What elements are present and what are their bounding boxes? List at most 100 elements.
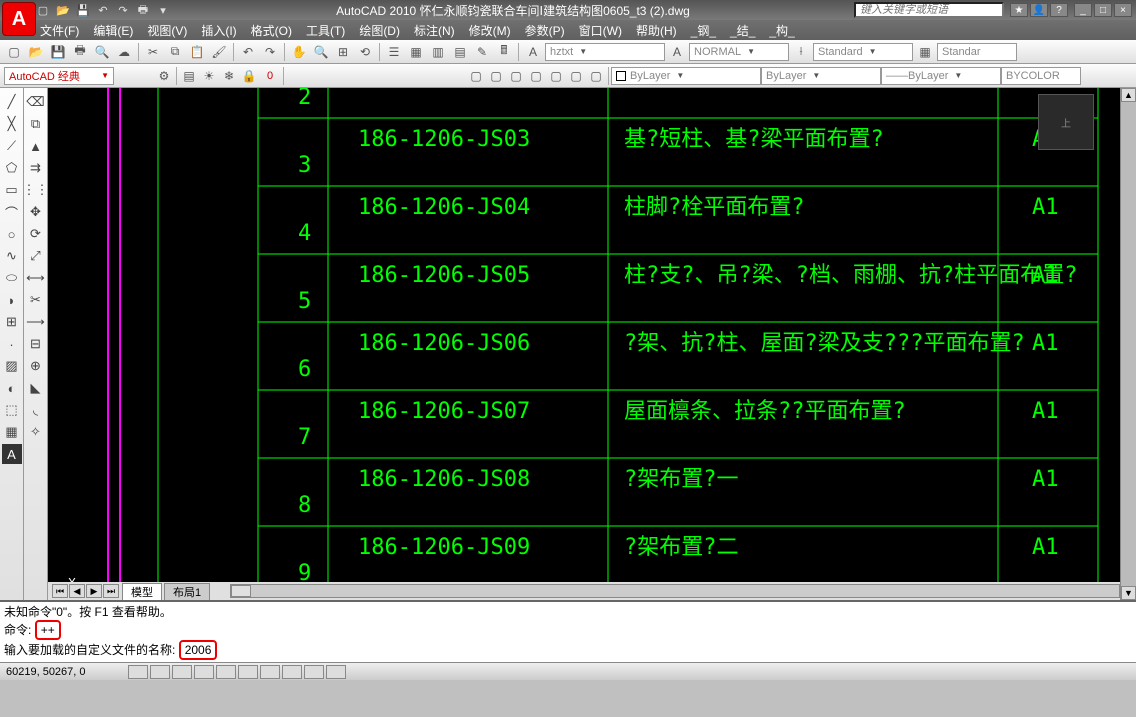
gradient-icon[interactable]: ◐	[2, 378, 22, 398]
ellipse-icon[interactable]: ⬭	[2, 268, 22, 288]
ortho-toggle[interactable]	[172, 665, 192, 679]
layer-mgr-btn[interactable]: ▤	[179, 66, 199, 86]
star-icon[interactable]: ★	[1010, 3, 1028, 17]
color-combo[interactable]: ByLayer▼	[611, 67, 761, 85]
qat-more-icon[interactable]: ▾	[154, 2, 172, 18]
xline-icon[interactable]: ╳	[2, 114, 22, 134]
ducs-toggle[interactable]	[260, 665, 280, 679]
h-scrollbar[interactable]	[230, 584, 1120, 598]
stretch-icon[interactable]: ⟷	[26, 268, 46, 288]
signin-icon[interactable]: 👤	[1030, 3, 1048, 17]
lweight-combo[interactable]: —— ByLayer▼	[881, 67, 1001, 85]
props-btn[interactable]: ☰	[384, 42, 404, 62]
extend-icon[interactable]: ⟶	[26, 312, 46, 332]
tab-first-icon[interactable]: ⏮	[52, 584, 68, 598]
tab-next-icon[interactable]: ▶	[86, 584, 102, 598]
menu-dim[interactable]: 标注(N)	[414, 22, 455, 39]
app-logo[interactable]: A	[2, 2, 36, 36]
move-icon[interactable]: ✥	[26, 202, 46, 222]
scroll-down-icon[interactable]: ▼	[1121, 586, 1136, 600]
layer-iso-btn[interactable]: ☀	[199, 66, 219, 86]
scroll-thumb[interactable]	[231, 585, 251, 597]
osnap-toggle[interactable]	[216, 665, 236, 679]
drawing-canvas[interactable]: 2186-1206-JS02基?布置?A13186-1206-JS03基?短柱、…	[48, 88, 1120, 600]
snap-toggle[interactable]	[128, 665, 148, 679]
dimstyle-btn[interactable]: ⟊	[791, 42, 811, 62]
zoom-win-btn[interactable]: ⊞	[333, 42, 353, 62]
cmd-input-line[interactable]: 输入要加载的自定义文件的名称: 2006	[4, 640, 1132, 660]
layer-btn4[interactable]: ▢	[526, 66, 546, 86]
circle-icon[interactable]: ○	[2, 224, 22, 244]
save-btn[interactable]: 💾	[48, 42, 68, 62]
scroll-up-icon[interactable]: ▲	[1121, 88, 1136, 102]
erase-icon[interactable]: ⌫	[26, 92, 46, 112]
dc-btn[interactable]: ▦	[406, 42, 426, 62]
tab-model[interactable]: 模型	[122, 583, 162, 600]
otrack-toggle[interactable]	[238, 665, 258, 679]
maximize-icon[interactable]: □	[1094, 3, 1112, 17]
match-btn[interactable]: 🖌	[209, 42, 229, 62]
menu-insert[interactable]: 插入(I)	[201, 22, 236, 39]
block-icon[interactable]: ⊞	[2, 312, 22, 332]
rectangle-icon[interactable]: ▭	[2, 180, 22, 200]
point-icon[interactable]: ·	[2, 334, 22, 354]
array-icon[interactable]: ⋮⋮	[26, 180, 46, 200]
view-cube[interactable]: 上	[1038, 94, 1094, 150]
polygon-icon[interactable]: ⬠	[2, 158, 22, 178]
chamfer-icon[interactable]: ◣	[26, 378, 46, 398]
print-icon[interactable]: 🖶	[134, 2, 152, 18]
break-icon[interactable]: ⊟	[26, 334, 46, 354]
copy-obj-icon[interactable]: ⧉	[26, 114, 46, 134]
menu-modify[interactable]: 修改(M)	[469, 22, 511, 39]
menu-draw[interactable]: 绘图(D)	[359, 22, 400, 39]
ws-gear-icon[interactable]: ⚙	[154, 66, 174, 86]
polar-toggle[interactable]	[194, 665, 214, 679]
undo-icon[interactable]: ↶	[94, 2, 112, 18]
copy-btn[interactable]: ⧉	[165, 42, 185, 62]
menu-help[interactable]: 帮助(H)	[636, 22, 677, 39]
zoom-rt-btn[interactable]: 🔍	[311, 42, 331, 62]
tp-btn[interactable]: ▥	[428, 42, 448, 62]
menu-param[interactable]: 参数(P)	[525, 22, 565, 39]
tablestyle-btn[interactable]: ▦	[915, 42, 935, 62]
v-scrollbar[interactable]: ▲ ▼	[1120, 88, 1136, 600]
layer-btn3[interactable]: ▢	[506, 66, 526, 86]
tab-layout1[interactable]: 布局1	[164, 583, 210, 600]
help-icon[interactable]: ?	[1050, 3, 1068, 17]
offset-icon[interactable]: ⇉	[26, 158, 46, 178]
publish-btn[interactable]: ☁	[114, 42, 134, 62]
lwt-toggle[interactable]	[304, 665, 324, 679]
open-icon[interactable]: 📂	[54, 2, 72, 18]
line-icon[interactable]: ╱	[2, 92, 22, 112]
save-icon[interactable]: 💾	[74, 2, 92, 18]
plotstyle-combo[interactable]: hztxt▼	[545, 43, 665, 61]
preview-btn[interactable]: 🔍	[92, 42, 112, 62]
spline-icon[interactable]: ∿	[2, 246, 22, 266]
hatch-icon[interactable]: ▨	[2, 356, 22, 376]
menu-tools[interactable]: 工具(T)	[306, 22, 345, 39]
redo-btn[interactable]: ↷	[260, 42, 280, 62]
ellipsearc-icon[interactable]: ◗	[2, 290, 22, 310]
cut-btn[interactable]: ✂	[143, 42, 163, 62]
markup-btn[interactable]: ✎	[472, 42, 492, 62]
qp-toggle[interactable]	[326, 665, 346, 679]
layer-lock-btn[interactable]: 🔒	[239, 66, 259, 86]
rotate-icon[interactable]: ⟳	[26, 224, 46, 244]
ltype-combo[interactable]: ByLayer▼	[761, 67, 881, 85]
tablestyle-combo[interactable]: Standar	[937, 43, 1017, 61]
menu-window[interactable]: 窗口(W)	[579, 22, 622, 39]
menu-file[interactable]: 文件(F)	[40, 22, 79, 39]
open-btn[interactable]: 📂	[26, 42, 46, 62]
pline-icon[interactable]: ⟋	[2, 136, 22, 156]
search-input[interactable]	[854, 2, 1004, 18]
ssm-btn[interactable]: ▤	[450, 42, 470, 62]
fillet-icon[interactable]: ◟	[26, 400, 46, 420]
zoom-prev-btn[interactable]: ⟲	[355, 42, 375, 62]
menu-edit[interactable]: 编辑(E)	[93, 22, 133, 39]
grid-toggle[interactable]	[150, 665, 170, 679]
text-style-btn[interactable]: A	[523, 42, 543, 62]
menu-constr[interactable]: _构_	[769, 22, 794, 39]
tab-prev-icon[interactable]: ◀	[69, 584, 85, 598]
arc-icon[interactable]: ⌒	[2, 202, 22, 222]
mtext-icon[interactable]: A	[2, 444, 22, 464]
